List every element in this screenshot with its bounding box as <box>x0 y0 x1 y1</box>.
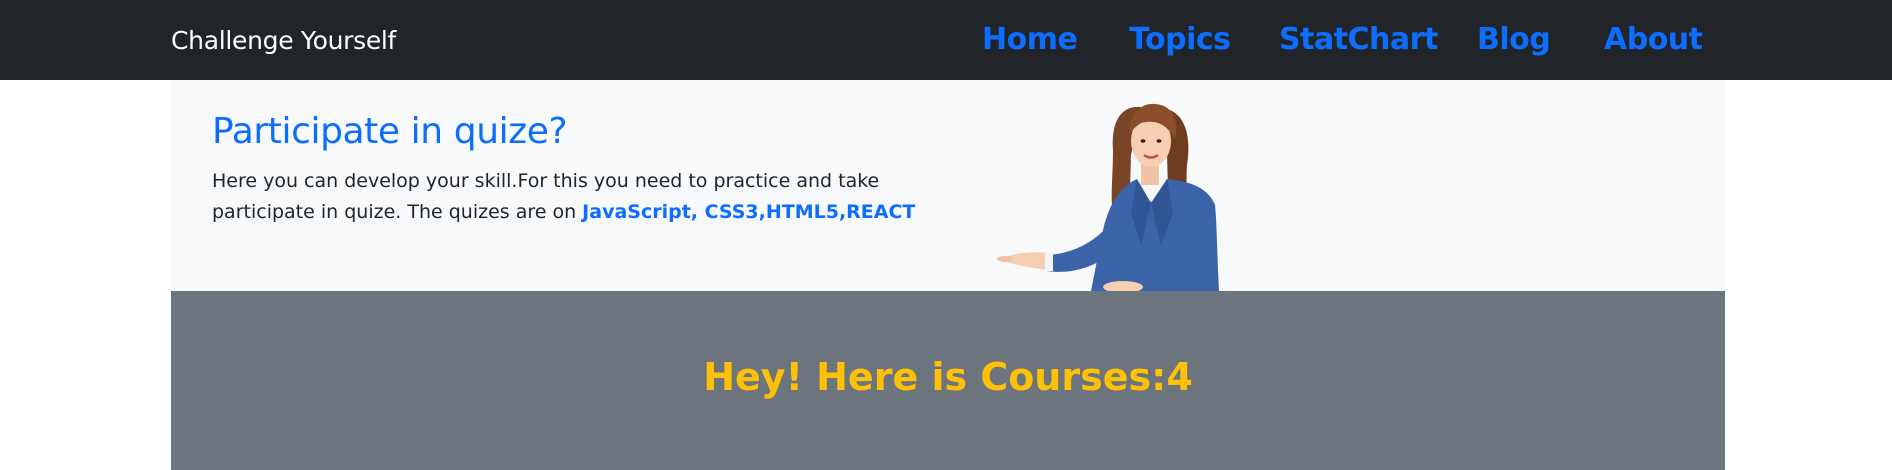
brand-logo-text[interactable]: Challenge Yourself <box>171 24 396 58</box>
hero-section: Participate in quize? Here you can devel… <box>171 80 1725 291</box>
hero-description-line-2: participate in quize. The quizes are on … <box>212 197 932 228</box>
navbar: Challenge Yourself Home Topics StatChart… <box>0 0 1892 80</box>
nav-link-home[interactable]: Home <box>982 20 1078 60</box>
hero-description-line-1: Here you can develop your skill.For this… <box>212 170 880 192</box>
courses-count: 4 <box>1166 355 1193 399</box>
nav-link-about[interactable]: About <box>1604 20 1703 60</box>
hero-title: Participate in quize? <box>212 111 568 152</box>
hero-description: Here you can develop your skill.For this… <box>212 166 932 228</box>
courses-section: Hey! Here is Courses:4 <box>171 291 1725 470</box>
nav-link-statchart[interactable]: StatChart <box>1279 20 1438 60</box>
nav-link-topics[interactable]: Topics <box>1129 20 1231 60</box>
technologies-list: JavaScript, CSS3,HTML5,REACT <box>582 201 916 223</box>
woman-presenting-illustration <box>997 103 1219 291</box>
courses-heading-text: Hey! Here is Courses: <box>703 355 1167 399</box>
courses-count-heading: Hey! Here is Courses:4 <box>171 353 1725 401</box>
nav-link-blog[interactable]: Blog <box>1477 20 1551 60</box>
hero-description-prefix: participate in quize. The quizes are on <box>212 201 583 223</box>
